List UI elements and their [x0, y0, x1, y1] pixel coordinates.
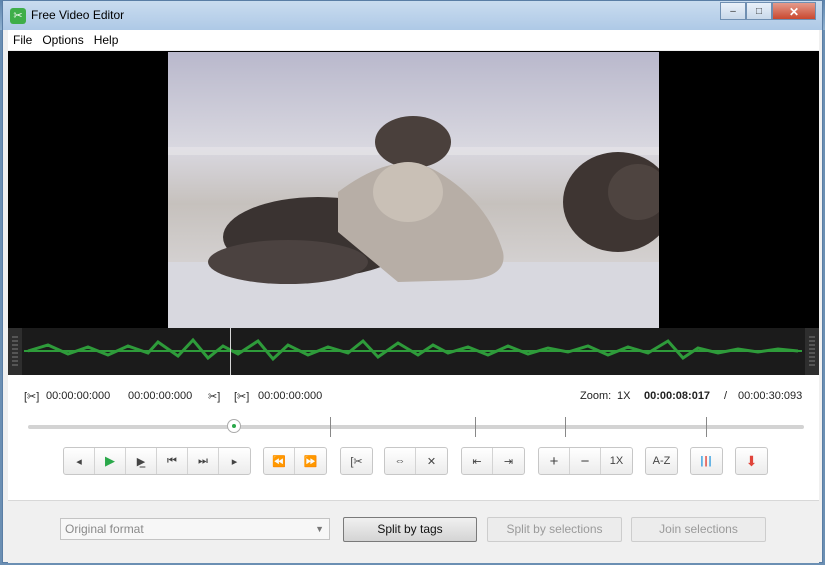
selection-length-time: 00:00:00:000 — [258, 390, 323, 402]
menu-file[interactable]: File — [8, 33, 37, 47]
play-button[interactable]: ▶ — [95, 448, 126, 474]
window-controls: – □ ✕ — [720, 2, 816, 20]
format-select[interactable]: Original format ▼ — [60, 518, 330, 540]
timeline-track[interactable] — [28, 425, 804, 429]
close-button[interactable]: ✕ — [772, 2, 816, 20]
markers-icon: ||| — [700, 455, 713, 467]
current-time: 00:00:08:017 — [644, 390, 711, 402]
playback-controls: ◂ ▶ ▶̲ ⏮ ⏭ ▸ — [63, 447, 251, 475]
save-button[interactable]: ⬇ — [736, 448, 767, 474]
minus-icon: − — [580, 452, 590, 470]
selection-length-icon: [✂] — [234, 391, 250, 403]
play-icon: ▶ — [105, 453, 115, 468]
timeline-tag-marker[interactable] — [706, 417, 707, 437]
zoom-label: Zoom: — [580, 390, 612, 402]
video-preview[interactable] — [8, 51, 819, 328]
cut-controls: [✂ — [340, 447, 373, 475]
expand-icon: ⇔ — [394, 455, 406, 467]
arrow-right-icon: ▸ — [231, 455, 238, 468]
minimize-button[interactable]: – — [720, 2, 746, 20]
play-to-mark-icon: ▶̲ — [136, 455, 146, 468]
markers-controls: ||| — [690, 447, 723, 475]
sort-button[interactable]: A-Z — [646, 448, 677, 474]
clear-icon: ✕ — [426, 455, 437, 468]
audio-waveform[interactable] — [8, 328, 819, 375]
arrow-left-icon: ◂ — [76, 455, 82, 468]
zoom-reset-button[interactable]: 1X — [601, 448, 632, 474]
next-marker-icon: ⇥ — [503, 455, 514, 468]
step-forward-button[interactable]: ▸ — [219, 448, 250, 474]
zoom-controls: + − 1X — [538, 447, 633, 475]
marker-nav-controls: ⇤ ⇥ — [461, 447, 525, 475]
prev-frame-icon: ⏮ — [167, 454, 177, 467]
timeline-tag-marker[interactable] — [565, 417, 566, 437]
mark-in-icon[interactable]: [✂] — [24, 390, 39, 403]
timeline-tag-marker[interactable] — [330, 417, 331, 437]
split-by-tags-button[interactable]: Split by tags — [343, 517, 477, 542]
selection-start-time: 00:00:00:000 — [46, 390, 111, 402]
playhead-thumb[interactable] — [227, 419, 241, 433]
time-separator: / — [724, 390, 728, 402]
menu-options[interactable]: Options — [37, 33, 88, 47]
jump-controls: ⏪ ⏩ — [263, 447, 327, 475]
video-frame — [168, 52, 659, 328]
maximize-button[interactable]: □ — [746, 2, 772, 20]
export-controls: ⬇ — [735, 447, 768, 475]
play-selection-button[interactable]: ▶̲ — [126, 448, 157, 474]
next-frame-button[interactable]: ⏭ — [188, 448, 219, 474]
scissors-icon: [✂ — [350, 455, 363, 468]
zoom-value: 1X — [617, 390, 631, 402]
selection-end-time: 00:00:00:000 — [128, 390, 193, 402]
prev-marker-button[interactable]: ⇤ — [462, 448, 493, 474]
action-bar: Original format ▼ Split by tags Split by… — [8, 501, 819, 563]
total-time: 00:00:30:093 — [738, 390, 803, 402]
clear-selection-button[interactable]: ✕ — [416, 448, 447, 474]
title-bar[interactable]: ✂ Free Video Editor – □ ✕ — [3, 1, 822, 30]
window-title: Free Video Editor — [31, 8, 125, 22]
prev-marker-icon: ⇤ — [472, 455, 482, 468]
expand-selection-button[interactable]: ⇔ — [385, 448, 416, 474]
app-icon: ✂ — [10, 8, 26, 24]
next-frame-icon: ⏭ — [198, 454, 208, 467]
go-end-button[interactable]: ⏩ — [295, 448, 326, 474]
timeline-panel: [✂] 00:00:00:000 00:00:00:000 ✂] [✂] 00:… — [8, 375, 819, 563]
join-selections-button[interactable]: Join selections — [631, 517, 766, 542]
skip-back-icon: ⏪ — [272, 455, 286, 468]
sort-controls: A-Z — [645, 447, 678, 475]
skip-forward-icon: ⏩ — [303, 455, 318, 468]
plus-icon: + — [549, 452, 559, 470]
selection-controls: ⇔ ✕ — [384, 447, 448, 475]
zoom-in-button[interactable]: + — [539, 448, 570, 474]
menu-bar: File Options Help — [8, 30, 819, 50]
cut-selection-button[interactable]: [✂ — [341, 448, 372, 474]
menu-help[interactable]: Help — [89, 33, 124, 47]
next-marker-button[interactable]: ⇥ — [493, 448, 524, 474]
split-by-selections-button[interactable]: Split by selections — [487, 517, 622, 542]
waveform-graph — [24, 328, 802, 375]
prev-frame-button[interactable]: ⏮ — [157, 448, 188, 474]
mark-out-icon[interactable]: ✂] — [208, 390, 220, 403]
zoom-out-button[interactable]: − — [570, 448, 601, 474]
step-back-button[interactable]: ◂ — [64, 448, 95, 474]
format-select-value: Original format — [65, 522, 144, 536]
timeline-tag-marker[interactable] — [475, 417, 476, 437]
app-window: ✂ Free Video Editor – □ ✕ File Options H… — [2, 0, 823, 563]
chevron-down-icon: ▼ — [315, 524, 324, 534]
show-markers-button[interactable]: ||| — [691, 448, 722, 474]
go-start-button[interactable]: ⏪ — [264, 448, 295, 474]
download-icon: ⬇ — [745, 452, 758, 469]
